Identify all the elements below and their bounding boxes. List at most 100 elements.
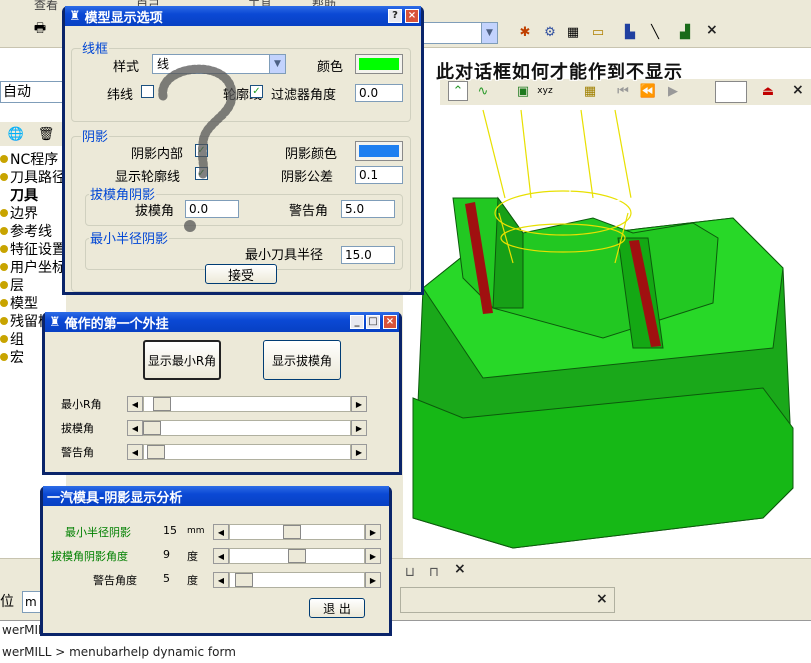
filter-angle-input[interactable]: 0.0 (355, 84, 403, 102)
step-field[interactable] (715, 81, 747, 103)
chevron-down-icon: ▼ (269, 55, 285, 73)
warning-angle-slider[interactable]: ◀ ▶ (213, 572, 381, 588)
warning-angle-unit: 度 (187, 574, 198, 587)
min-r-slider[interactable]: ◀ ▶ (127, 396, 367, 412)
min-r-label: 最小R角 (61, 398, 102, 411)
folder-icon (0, 227, 8, 235)
color-swatch (359, 145, 399, 157)
tree-item-boundaries[interactable]: 边界 (0, 204, 38, 222)
status-field-close-icon[interactable]: × (596, 591, 608, 607)
exit-button[interactable]: 退 出 (309, 598, 365, 618)
scroll-right-icon[interactable]: ▶ (365, 524, 381, 540)
globe-icon[interactable]: 🌐 (6, 124, 26, 144)
scroll-left-icon[interactable]: ◀ (213, 524, 229, 540)
stock-icon[interactable]: ▙ (620, 22, 640, 42)
folder-icon (0, 173, 8, 181)
trash-icon[interactable]: 🗑 (36, 124, 56, 144)
tree-item-models[interactable]: 模型 (0, 294, 38, 312)
grid-icon[interactable]: ▦ (580, 81, 600, 101)
scroll-left-icon[interactable]: ◀ (213, 572, 229, 588)
cube-icon[interactable]: ▣ (513, 81, 533, 101)
min-radius-shade-label: 最小半径阴影 (65, 526, 131, 539)
warning-angle-input[interactable]: 5.0 (341, 200, 395, 218)
scroll-right-icon[interactable]: ▶ (351, 444, 367, 460)
wireframe-color-button[interactable] (355, 54, 403, 74)
calculator-icon[interactable]: ▦ (563, 22, 583, 42)
scroll-right-icon[interactable]: ▶ (365, 572, 381, 588)
scroll-left-icon[interactable]: ◀ (127, 420, 143, 436)
slider-thumb[interactable] (153, 397, 171, 411)
scroll-left-icon[interactable]: ◀ (127, 396, 143, 412)
feature-icon[interactable]: ▟ (675, 22, 695, 42)
tree-item-toolpaths[interactable]: 刀具路径 (0, 168, 66, 186)
toolbar-combo[interactable]: ▼ (420, 22, 498, 44)
scroll-left-icon[interactable]: ◀ (127, 444, 143, 460)
slider-thumb[interactable] (235, 573, 253, 587)
warning-label: 警告角 (61, 446, 94, 459)
close-button[interactable]: × (405, 9, 419, 23)
shade-color-button[interactable] (355, 141, 403, 161)
folder-icon (0, 299, 8, 307)
toolbar-close-icon[interactable]: × (706, 22, 718, 38)
slider-thumb[interactable] (143, 421, 161, 435)
status-field (400, 587, 615, 613)
status-toolbar-close-icon[interactable]: × (454, 561, 466, 577)
show-draft-button[interactable]: 显示拔模角 (263, 340, 341, 380)
measure-icon[interactable]: ⊔ (400, 562, 420, 582)
scroll-left-icon[interactable]: ◀ (213, 548, 229, 564)
tree-item-nc-programs[interactable]: NC程序 (0, 150, 58, 168)
folder-icon (0, 335, 8, 343)
dialog-title: 模型显示选项 (84, 10, 163, 26)
play-icon[interactable]: ▶ (663, 81, 683, 101)
svg-text:Z: Z (565, 145, 573, 159)
play-first-icon[interactable]: ⏮ (613, 81, 633, 101)
shading-icon[interactable]: ∿ (473, 81, 493, 101)
tree-item-tools[interactable]: 刀具 (10, 186, 38, 204)
shading-group-label: 阴影 (81, 126, 110, 145)
scroll-right-icon[interactable]: ▶ (351, 420, 367, 436)
close-button[interactable]: × (383, 315, 397, 329)
show-min-r-button[interactable]: 显示最小R角 (143, 340, 221, 380)
explorer-toolbar: 🌐 🗑 (0, 122, 66, 146)
help-button[interactable]: ? (388, 9, 402, 23)
warning-angle-value: 5 (163, 572, 170, 585)
scroll-right-icon[interactable]: ▶ (351, 396, 367, 412)
tool-icon[interactable]: ✱ (515, 22, 535, 42)
view-toolbar-close-icon[interactable]: × (792, 82, 804, 98)
color-swatch (359, 58, 399, 70)
slider-thumb[interactable] (288, 549, 306, 563)
min-radius-shade-slider[interactable]: ◀ ▶ (213, 524, 381, 540)
draft-shade-angle-slider[interactable]: ◀ ▶ (213, 548, 381, 564)
shade-tolerance-label: 阴影公差 (281, 170, 334, 185)
tree-item-patterns[interactable]: 参考线 (0, 222, 52, 240)
minimize-button[interactable]: _ (350, 315, 364, 329)
tree-item-groups[interactable]: 组 (0, 330, 24, 348)
slider-thumb[interactable] (283, 525, 301, 539)
xyz-icon[interactable]: xyz (535, 81, 555, 101)
machine-icon[interactable]: ⚙ (540, 22, 560, 42)
app-icon: ♜ (49, 314, 61, 330)
eject-icon[interactable]: ⏏ (758, 81, 778, 101)
tree-item-feature-sets[interactable]: 特征设置 (0, 240, 66, 258)
wireframe-group-label: 线框 (81, 38, 110, 57)
slider-thumb[interactable] (147, 445, 165, 459)
graphics-viewport[interactable]: Z X (403, 48, 811, 558)
tree-item-levels[interactable]: 层 (0, 276, 24, 294)
draft-slider[interactable]: ◀ ▶ (127, 420, 367, 436)
min-tool-radius-input[interactable]: 15.0 (341, 246, 395, 264)
shade-tolerance-input[interactable]: 0.1 (355, 166, 403, 184)
scroll-right-icon[interactable]: ▶ (365, 548, 381, 564)
ruler-icon[interactable]: ▭ (588, 22, 608, 42)
maximize-button[interactable]: □ (366, 315, 380, 329)
cutter-icon[interactable]: ╲ (645, 22, 665, 42)
play-prev-icon[interactable]: ⏪ (638, 81, 658, 101)
warning-slider[interactable]: ◀ ▶ (127, 444, 367, 460)
wireframe-icon[interactable]: ⌃ (448, 81, 468, 101)
tree-item-macros[interactable]: 宏 (0, 348, 24, 366)
dialog-titlebar: 一汽模具-阴影显示分析 (43, 486, 389, 506)
mode-combo[interactable]: 自动 (0, 81, 66, 103)
print-icon[interactable]: 🖶 (30, 20, 50, 40)
draft-shade-angle-unit: 度 (187, 550, 198, 563)
folder-icon (0, 245, 8, 253)
probe-icon[interactable]: ⊓ (424, 562, 444, 582)
